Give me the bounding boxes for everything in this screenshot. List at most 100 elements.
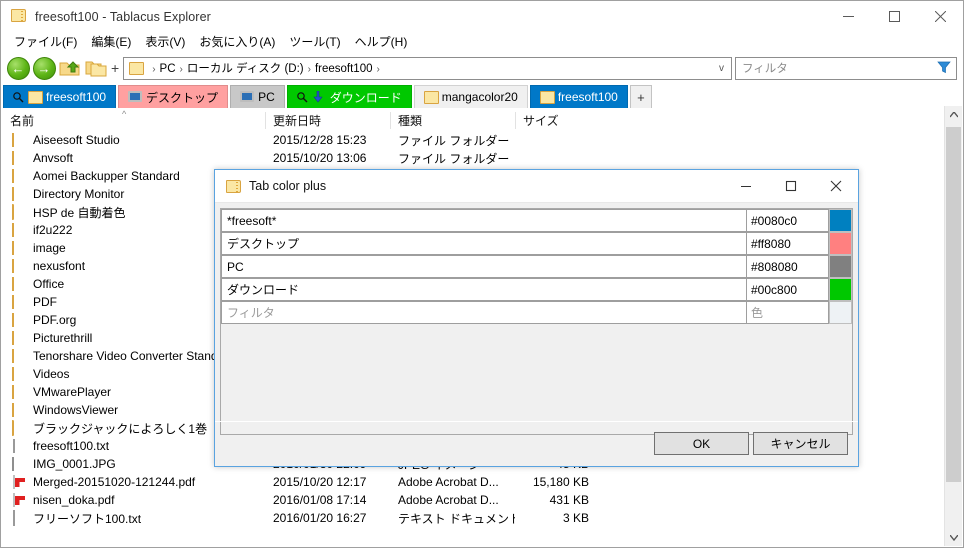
cell-name: フリーソフト100.txt [2,510,265,527]
tab-color-hex-input[interactable]: 色 [746,301,829,324]
tab-color-row: デスクトップ #ff8080 [221,232,852,255]
ok-button[interactable]: OK [654,432,749,455]
menu-favorites[interactable]: お気に入り(A) [192,32,282,53]
dialog-title: Tab color plus [249,179,327,193]
dialog-maximize-icon[interactable] [768,170,813,202]
forward-arrow-icon[interactable]: → [31,55,57,81]
table-row[interactable]: Anvsoft 2015/10/20 13:06 ファイル フォルダー [2,149,962,167]
tab-pc[interactable]: PC [230,85,285,108]
filter-input[interactable]: フィルタ [735,56,957,80]
folder-icon [12,204,27,220]
color-swatch[interactable] [829,255,852,278]
breadcrumb-drive[interactable]: ローカル ディスク (D:) [187,63,304,75]
menu-edit[interactable]: 編集(E) [84,32,138,53]
folder-icon [12,420,27,436]
up-folder-icon[interactable] [57,55,83,81]
tab-color-hex-input[interactable]: #00c800 [746,278,829,301]
cancel-button[interactable]: キャンセル [753,432,848,455]
tab-pattern-input[interactable]: PC [221,255,746,278]
column-header-date[interactable]: 更新日時 [265,109,390,131]
folder-icon [423,91,439,104]
tab-pattern-input[interactable]: ダウンロード [221,278,746,301]
menu-tools[interactable]: ツール(T) [282,32,347,53]
vertical-scrollbar[interactable] [944,106,962,546]
dialog-minimize-icon[interactable] [723,170,768,202]
tab-freesoft100-pinned[interactable]: freesoft100 [3,85,117,108]
close-icon[interactable] [917,1,963,32]
color-swatch[interactable] [829,301,852,324]
scrollbar-thumb[interactable] [946,127,961,482]
window-titlebar: freesoft100 - Tablacus Explorer [1,1,963,32]
menu-file[interactable]: ファイル(F) [7,32,84,53]
tab-label: ダウンロード [329,90,402,105]
breadcrumb-pc[interactable]: PC [160,63,176,75]
folders-icon[interactable] [83,55,109,81]
tab-color-hex-input[interactable]: #808080 [746,255,829,278]
tab-label: freesoft100 [46,90,107,104]
dialog-close-icon[interactable] [813,170,858,202]
column-header-size[interactable]: サイズ [515,109,601,131]
cell-date: 2015/10/20 13:06 [273,151,367,165]
folder-icon [12,277,27,291]
tab-color-hex-input[interactable]: #ff8080 [746,232,829,255]
grid-empty-area [221,324,852,434]
cell-size: 15,180 KB [532,475,589,489]
column-header-name[interactable]: 名前 [2,109,265,131]
back-arrow-icon[interactable]: ← [5,55,31,81]
color-swatch[interactable] [829,209,852,232]
color-swatch[interactable] [829,232,852,255]
folder-icon [12,349,27,363]
address-bar[interactable]: › PC › ローカル ディスク (D:) › freesoft100 › v [123,56,732,80]
tab-mangacolor20[interactable]: mangacolor20 [413,85,528,108]
column-header-type[interactable]: 種類 [390,109,515,131]
monitor-icon [128,91,143,103]
folder-icon [12,367,27,381]
file-name: Office [33,277,65,291]
breadcrumb-folder[interactable]: freesoft100 [315,63,373,75]
toolbar-plus[interactable]: + [109,60,123,76]
maximize-icon[interactable] [871,1,917,32]
tab-freesoft100-active[interactable]: freesoft100 [529,85,628,108]
file-name: Merged-20151020-121244.pdf [33,475,196,489]
sort-indicator: ^ [122,109,127,119]
file-name: PDF.org [33,313,77,327]
new-tab-button[interactable]: + [629,85,652,108]
tab-pattern-input[interactable]: デスクトップ [221,232,746,255]
table-row[interactable]: Merged-20151020-121244.pdf 2015/10/20 12:… [2,473,962,491]
minimize-icon[interactable] [825,1,871,32]
cell-type: Adobe Acrobat D... [398,475,499,489]
folder-icon [12,169,27,183]
table-row[interactable]: Aiseesoft Studio 2015/12/28 15:23 ファイル フォル… [2,131,962,149]
funnel-icon[interactable] [937,60,954,77]
menu-view[interactable]: 表示(V) [138,32,192,53]
menu-help[interactable]: ヘルプ(H) [348,32,415,53]
table-row[interactable]: フリーソフト100.txt 2016/01/20 16:27 テキスト ドキュメント… [2,509,962,527]
folder-icon [12,331,27,345]
folder-icon [12,295,27,309]
text-file-icon [12,439,27,453]
chevron-down-icon[interactable]: v [714,63,729,74]
scroll-down-arrow-icon[interactable] [945,529,962,546]
color-swatch[interactable] [829,278,852,301]
tab-desktop[interactable]: デスクトップ [118,85,229,108]
pin-icon [296,91,308,103]
folder-icon [12,151,27,165]
scroll-up-arrow-icon[interactable] [945,106,962,123]
file-name: フリーソフト100.txt [33,511,142,526]
tab-label: デスクトップ [146,90,219,105]
pin-icon [13,91,24,103]
file-name: Aiseesoft Studio [33,133,120,147]
tab-pattern-input[interactable]: *freesoft* [221,209,746,232]
tab-color-row: PC #808080 [221,255,852,278]
table-row[interactable]: nisen_doka.pdf 2016/01/08 17:14 Adobe Acro… [2,491,962,509]
menubar: ファイル(F) 編集(E) 表示(V) お気に入り(A) ツール(T) ヘルプ(… [1,32,963,53]
cell-name: Merged-20151020-121244.pdf [2,475,265,489]
filter-placeholder: フィルタ [742,63,788,75]
tab-downloads[interactable]: ダウンロード [286,85,412,108]
file-name: Picturethrill [33,331,93,345]
tab-color-hex-input[interactable]: #0080c0 [746,209,829,232]
tab-color-grid: *freesoft* #0080c0 デスクトップ #ff8080 PC #808080 ダ… [220,208,853,435]
window-title: freesoft100 - Tablacus Explorer [35,9,211,24]
tab-pattern-input[interactable]: フィルタ [221,301,746,324]
download-icon [312,90,326,103]
